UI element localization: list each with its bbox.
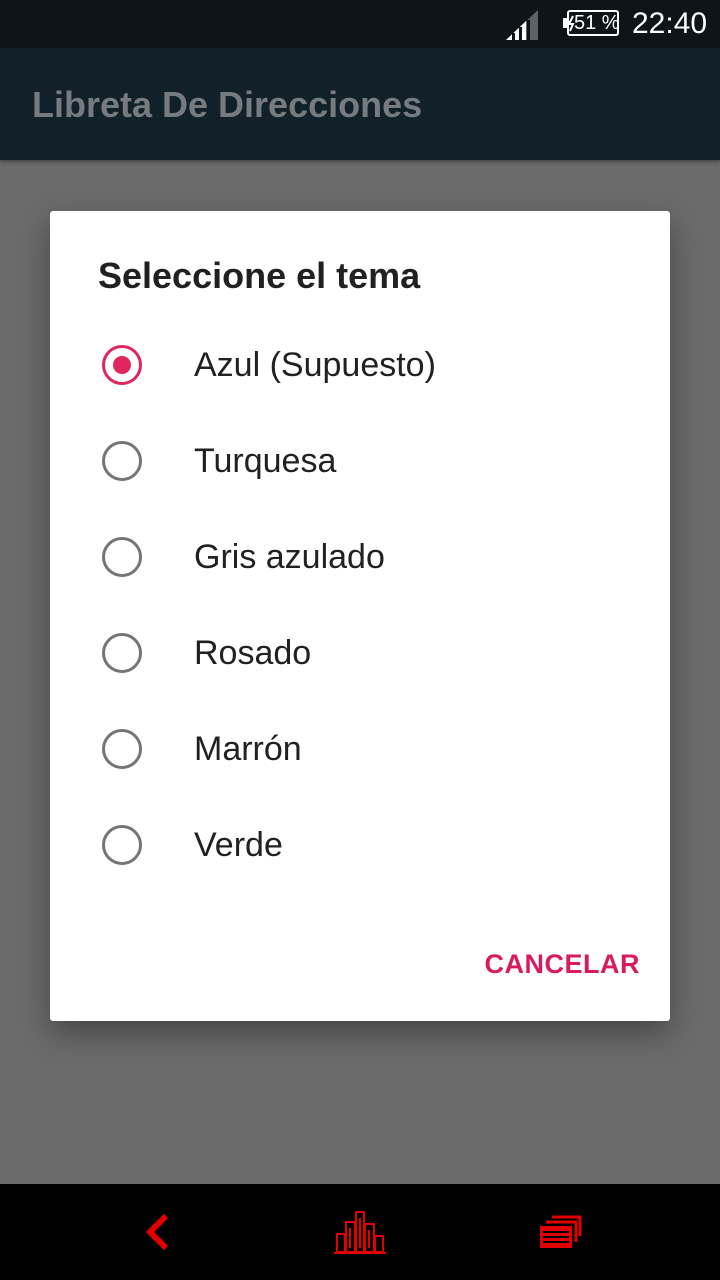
radio-dot xyxy=(113,356,131,374)
theme-option-verde[interactable]: Verde xyxy=(50,797,670,893)
status-bar: 51 % 22:40 xyxy=(0,0,720,48)
app-title: Libreta De Direcciones xyxy=(32,84,423,125)
navigation-bar xyxy=(0,1184,720,1280)
theme-option-azul[interactable]: Azul (Supuesto) xyxy=(50,317,670,413)
screen: 51 % 22:40 Libreta De Direcciones Selecc… xyxy=(0,0,720,1280)
option-label: Verde xyxy=(194,826,283,864)
radio-unchecked-icon[interactable] xyxy=(102,441,142,481)
radio-unchecked-icon[interactable] xyxy=(102,633,142,673)
cancel-button[interactable]: CANCELAR xyxy=(464,936,640,992)
radio-checked-icon[interactable] xyxy=(102,345,142,385)
recents-icon[interactable] xyxy=(538,1214,582,1250)
cell-signal-icon xyxy=(506,10,538,40)
theme-option-rosado[interactable]: Rosado xyxy=(50,605,670,701)
theme-dialog: Seleccione el tema Azul (Supuesto) Turqu… xyxy=(50,211,670,1021)
dialog-title: Seleccione el tema xyxy=(98,255,421,296)
app-bar: Libreta De Direcciones xyxy=(0,48,720,160)
clock: 22:40 xyxy=(632,7,708,40)
radio-unchecked-icon[interactable] xyxy=(102,729,142,769)
battery-percent: 51 % xyxy=(574,12,620,34)
radio-unchecked-icon[interactable] xyxy=(102,825,142,865)
option-label: Gris azulado xyxy=(194,538,385,576)
theme-option-gris-azulado[interactable]: Gris azulado xyxy=(50,509,670,605)
option-label: Turquesa xyxy=(194,442,337,480)
back-icon[interactable] xyxy=(140,1212,176,1252)
option-label: Azul (Supuesto) xyxy=(194,346,436,384)
option-label: Rosado xyxy=(194,634,312,672)
home-icon[interactable] xyxy=(334,1208,386,1254)
radio-unchecked-icon[interactable] xyxy=(102,537,142,577)
theme-option-turquesa[interactable]: Turquesa xyxy=(50,413,670,509)
option-label: Marrón xyxy=(194,730,302,768)
theme-option-marron[interactable]: Marrón xyxy=(50,701,670,797)
